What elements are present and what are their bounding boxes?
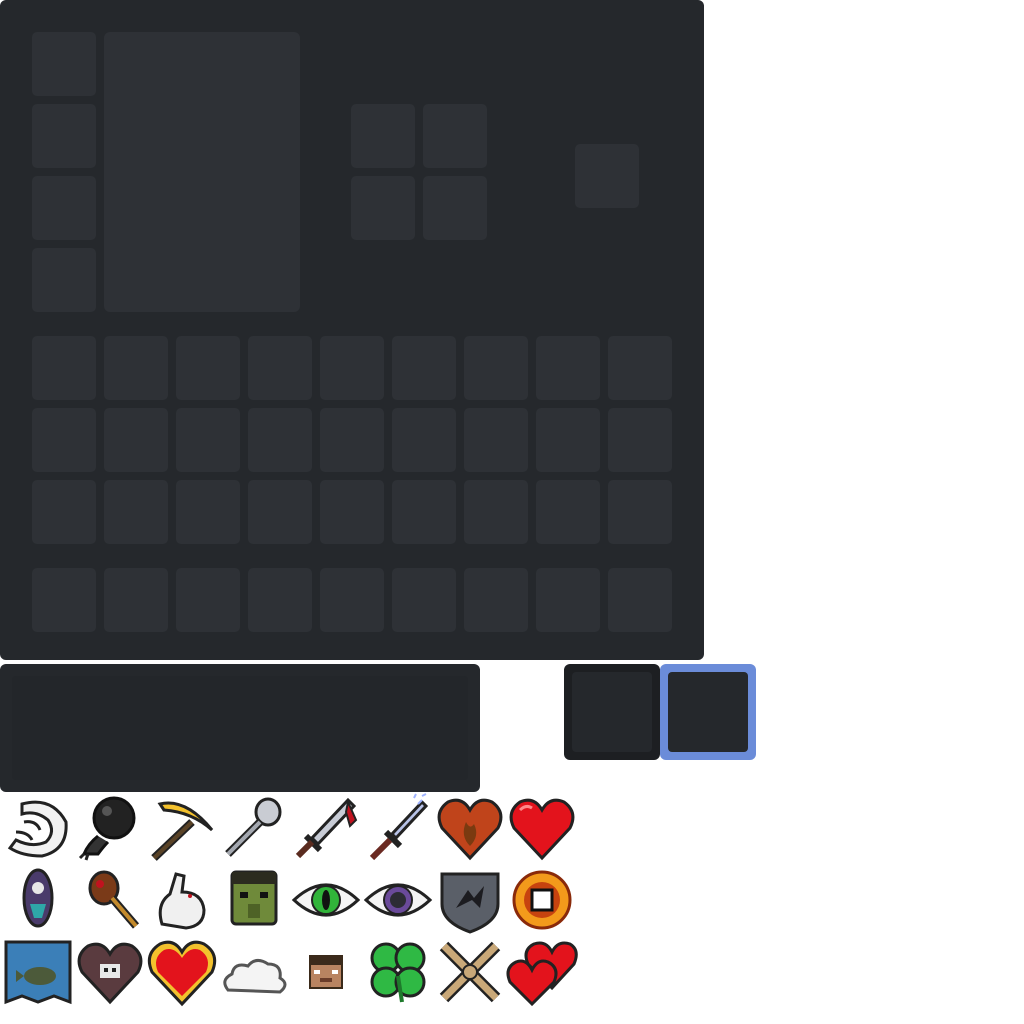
storage-slot[interactable] [608, 480, 672, 544]
crafting-slot[interactable] [351, 176, 415, 240]
inventory-panel [0, 0, 704, 660]
crafting-slot[interactable] [351, 104, 415, 168]
selected-tab-button[interactable] [660, 664, 756, 760]
hotbar-slot[interactable] [104, 568, 168, 632]
storage-slot[interactable] [608, 408, 672, 472]
storage-slot[interactable] [392, 408, 456, 472]
fire-ring-icon[interactable] [506, 864, 578, 936]
storage-slot[interactable] [248, 336, 312, 400]
golden-pickaxe-icon[interactable] [146, 792, 218, 864]
storage-slot[interactable] [104, 480, 168, 544]
storage-slot[interactable] [608, 336, 672, 400]
storage-slot[interactable] [104, 336, 168, 400]
zombie-head-icon[interactable] [218, 864, 290, 936]
hotbar-slot[interactable] [32, 568, 96, 632]
hotbar-slot[interactable] [464, 568, 528, 632]
four-leaf-clover-icon[interactable] [362, 936, 434, 1008]
storage-slot[interactable] [32, 408, 96, 472]
storage-slot[interactable] [320, 408, 384, 472]
white-claw-icon[interactable] [2, 792, 74, 864]
hotbar-slot[interactable] [608, 568, 672, 632]
steve-head-icon[interactable] [290, 936, 362, 1008]
storage-slot[interactable] [248, 408, 312, 472]
search-bar [0, 664, 480, 792]
double-heart-icon[interactable] [506, 936, 578, 1008]
storage-slot[interactable] [392, 480, 456, 544]
iron-spoon-icon[interactable] [218, 792, 290, 864]
white-rabbit-icon[interactable] [146, 864, 218, 936]
crossed-bones-icon[interactable] [434, 936, 506, 1008]
bloody-sword-icon[interactable] [290, 792, 362, 864]
armor-slot-boots[interactable] [32, 248, 96, 312]
dragon-shield-icon[interactable] [434, 864, 506, 936]
hotbar-slot[interactable] [392, 568, 456, 632]
meat-club-icon[interactable] [74, 864, 146, 936]
player-preview [104, 32, 300, 312]
armor-slot-leggings[interactable] [32, 176, 96, 240]
fish-banner-icon[interactable] [2, 936, 74, 1008]
storage-slot[interactable] [536, 480, 600, 544]
storage-slot[interactable] [536, 408, 600, 472]
crafting-slot[interactable] [423, 176, 487, 240]
green-eye-icon[interactable] [290, 864, 362, 936]
storage-slot[interactable] [176, 336, 240, 400]
inventory-tab-button[interactable] [564, 664, 660, 760]
cloud-icon[interactable] [218, 936, 290, 1008]
storage-slot[interactable] [464, 480, 528, 544]
storage-slot[interactable] [320, 336, 384, 400]
storage-slot[interactable] [320, 480, 384, 544]
bomb-ball-icon[interactable] [74, 792, 146, 864]
storage-slot[interactable] [464, 408, 528, 472]
storage-slot[interactable] [176, 408, 240, 472]
storage-slot[interactable] [392, 336, 456, 400]
skeleton-heart-icon[interactable] [74, 936, 146, 1008]
spirit-totem-icon[interactable] [2, 864, 74, 936]
armor-slot-helmet[interactable] [32, 32, 96, 96]
hotbar-slot[interactable] [536, 568, 600, 632]
burning-heart-icon[interactable] [434, 792, 506, 864]
crafting-slot[interactable] [423, 104, 487, 168]
hotbar-slot[interactable] [320, 568, 384, 632]
storage-slot[interactable] [32, 480, 96, 544]
hotbar-slot[interactable] [248, 568, 312, 632]
hotbar-slot[interactable] [176, 568, 240, 632]
storage-slot[interactable] [32, 336, 96, 400]
dark-eye-icon[interactable] [362, 864, 434, 936]
storage-slot[interactable] [104, 408, 168, 472]
selected-tab-inner [668, 672, 748, 752]
magic-dagger-icon[interactable] [362, 792, 434, 864]
storage-slot[interactable] [248, 480, 312, 544]
armor-slot-chestplate[interactable] [32, 104, 96, 168]
storage-slot[interactable] [176, 480, 240, 544]
crafting-result-slot[interactable] [575, 144, 639, 208]
red-heart-icon[interactable] [506, 792, 578, 864]
storage-slot[interactable] [464, 336, 528, 400]
search-input[interactable] [12, 676, 468, 780]
golden-heart-icon[interactable] [146, 936, 218, 1008]
inventory-tab-inner [572, 672, 652, 752]
storage-slot[interactable] [536, 336, 600, 400]
